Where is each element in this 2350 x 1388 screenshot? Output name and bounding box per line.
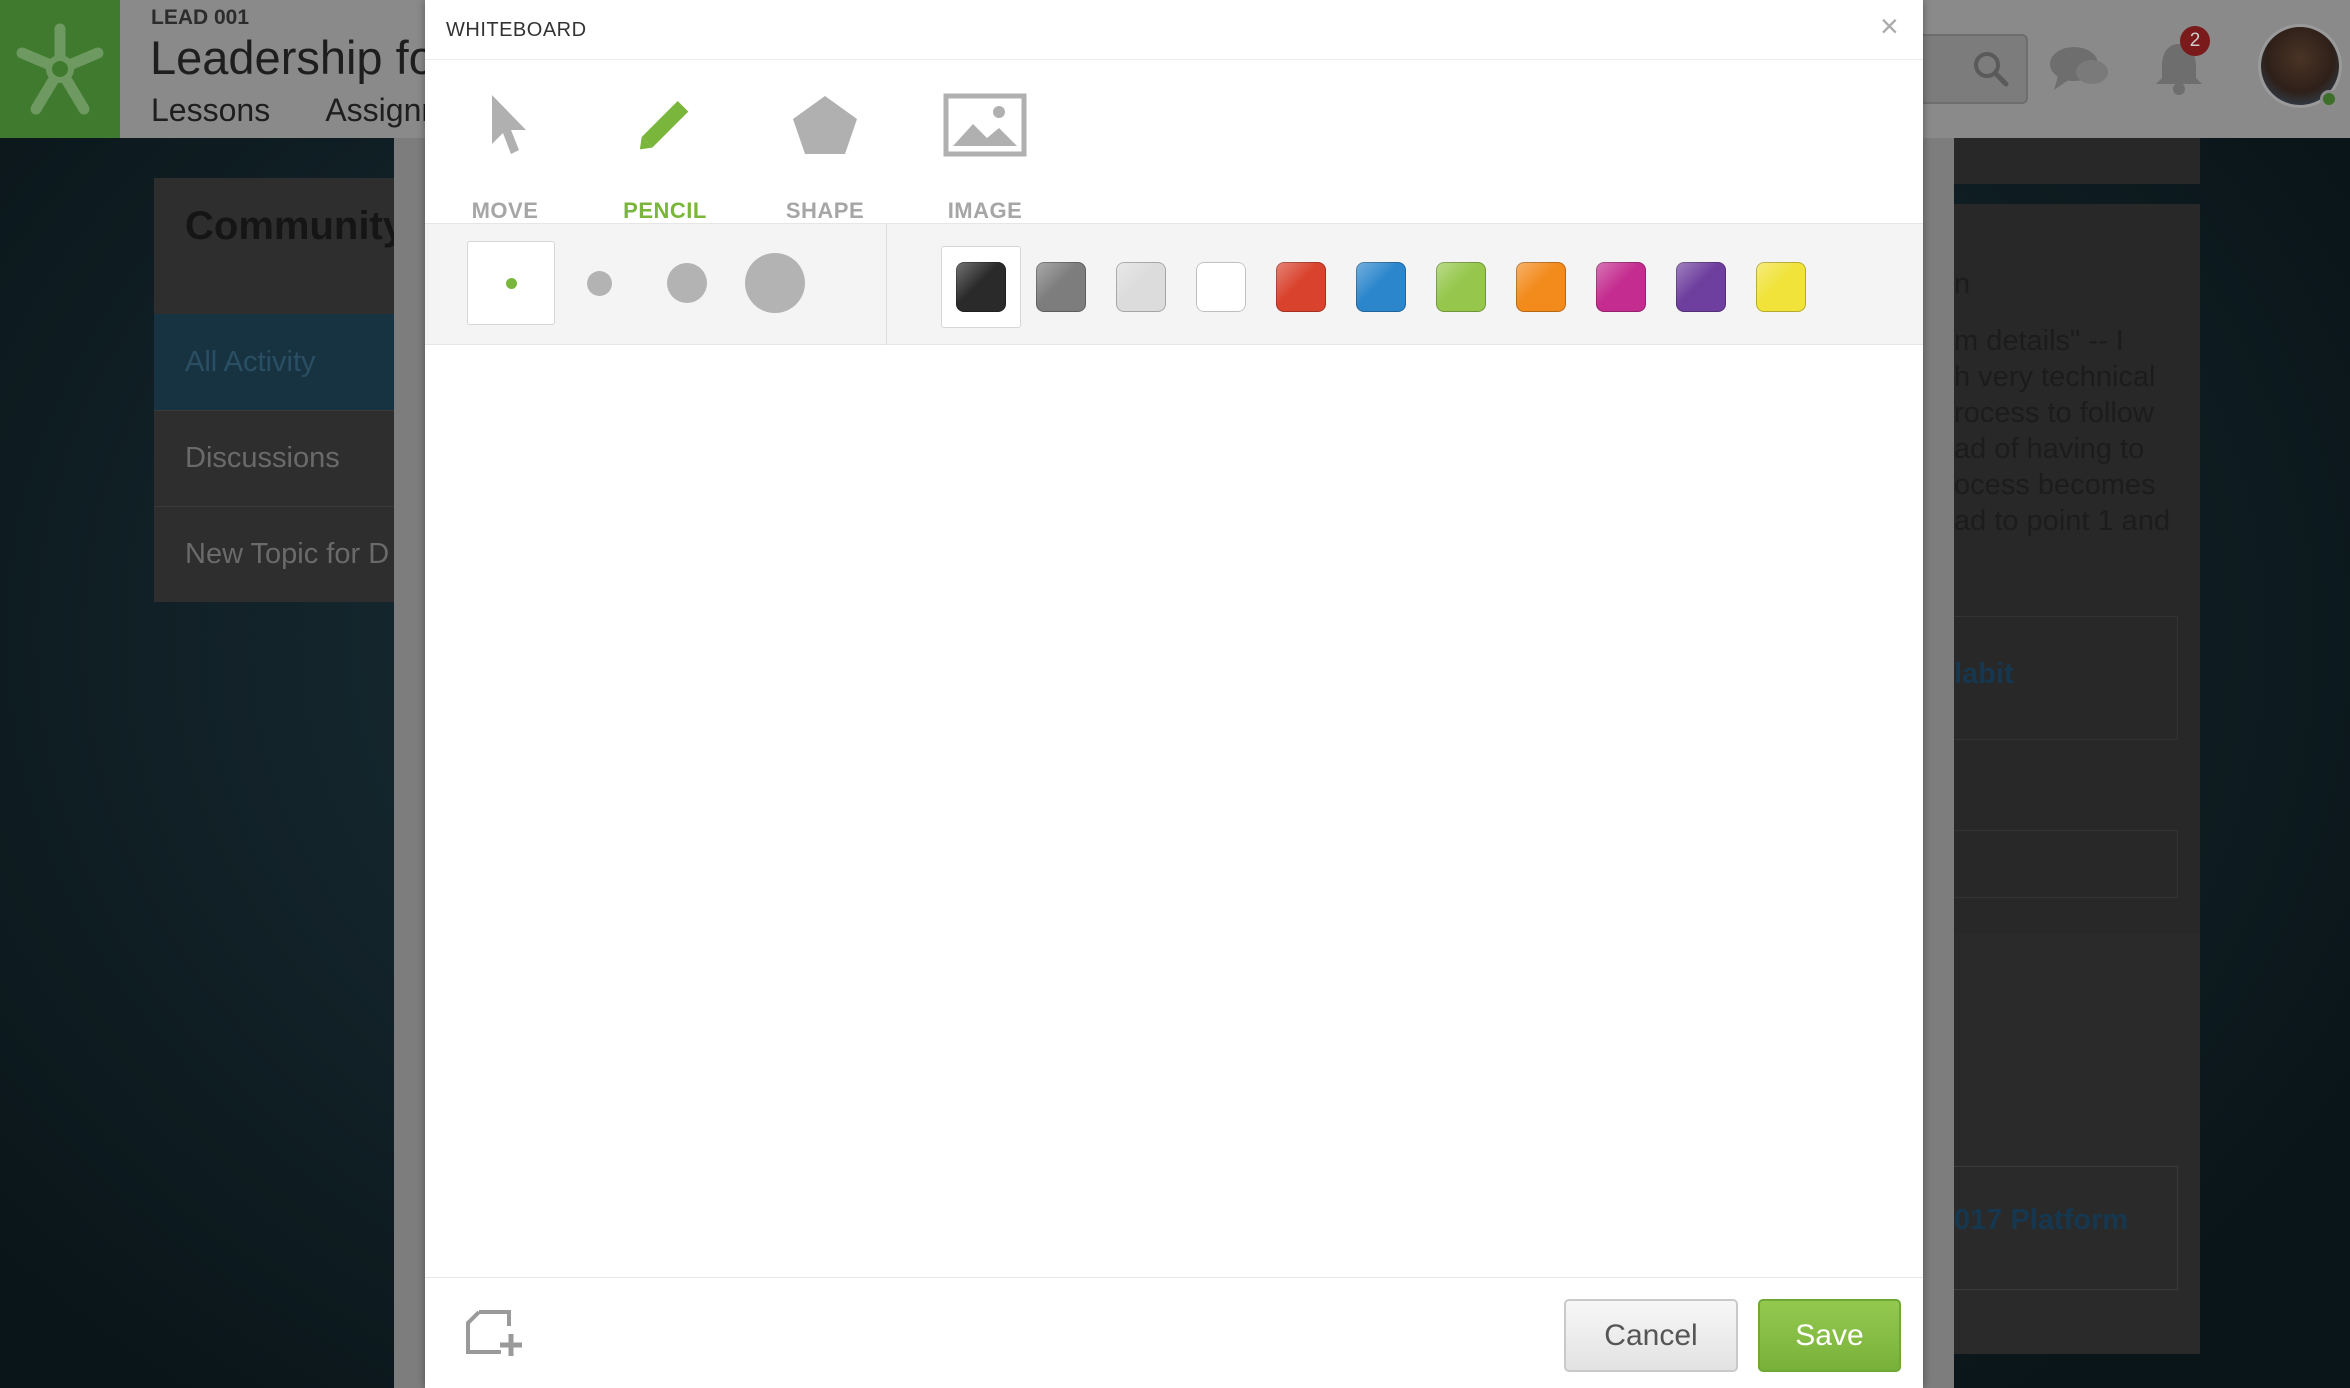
course-title: Leadership fo xyxy=(150,31,435,84)
activity-text-line: h very technical xyxy=(1954,361,2156,393)
brush-dot-icon xyxy=(745,253,805,313)
chat-bubbles-icon[interactable] xyxy=(2048,44,2110,96)
activity-text-line: ocess becomes xyxy=(1954,469,2156,501)
brush-dot-icon xyxy=(667,263,707,303)
app-logo[interactable] xyxy=(0,0,120,138)
community-item-all-activity[interactable]: All Activity xyxy=(154,314,394,410)
drawing-canvas[interactable] xyxy=(425,345,1923,1277)
tool-bar: MOVE PENCIL SHAPE IMAGE xyxy=(425,60,1923,223)
modal-title: WHITEBOARD xyxy=(446,19,587,41)
search-icon xyxy=(1974,52,2009,87)
color-chip xyxy=(1276,262,1326,312)
color-chip xyxy=(956,262,1006,312)
color-swatch-yellow[interactable] xyxy=(1741,246,1821,328)
pentagon-icon xyxy=(793,96,857,154)
community-title: Community xyxy=(185,204,394,248)
add-page-button[interactable] xyxy=(465,1306,525,1358)
color-chip xyxy=(1036,262,1086,312)
nav-lessons[interactable]: Lessons xyxy=(151,92,270,128)
brush-dot-icon xyxy=(586,270,612,296)
shape-tool-button[interactable]: SHAPE xyxy=(770,92,880,223)
whiteboard-modal: WHITEBOARD × MOVE PENCIL SHAPE IMAGE Can… xyxy=(425,0,1923,1388)
image-tool-button[interactable]: IMAGE xyxy=(930,92,1040,223)
activity-card xyxy=(1954,934,2200,1354)
image-tool-label: IMAGE xyxy=(947,198,1023,223)
pencil-icon xyxy=(639,100,689,150)
modal-footer: Cancel Save xyxy=(425,1277,1923,1388)
cursor-arrow-icon xyxy=(492,95,526,154)
add-page-icon xyxy=(466,1310,522,1356)
color-swatch-light-gray[interactable] xyxy=(1101,246,1181,328)
activity-text-line: ad of having to xyxy=(1954,433,2145,465)
modal-header: WHITEBOARD × xyxy=(425,0,1923,60)
color-chip xyxy=(1596,262,1646,312)
brush-size-medium[interactable] xyxy=(643,241,731,325)
shape-tool-label: SHAPE xyxy=(785,198,865,223)
color-swatch-dark-gray[interactable] xyxy=(1021,246,1101,328)
activity-text-line: ad to point 1 and xyxy=(1954,505,2171,537)
move-tool-button[interactable]: MOVE xyxy=(450,92,560,223)
brush-options-bar xyxy=(425,223,1923,346)
online-status-dot xyxy=(2320,90,2338,108)
color-chip xyxy=(1516,262,1566,312)
activity-text-line: n xyxy=(1954,268,1971,300)
color-swatch-red[interactable] xyxy=(1261,246,1341,328)
pencil-tool-label: PENCIL xyxy=(623,198,707,223)
nav-assignments[interactable]: Assignn xyxy=(325,92,439,128)
community-item-new-topic[interactable]: New Topic for D xyxy=(154,506,394,602)
asterisk-logo-icon xyxy=(16,23,104,115)
linked-item-box[interactable] xyxy=(1954,830,2178,898)
color-chip xyxy=(1676,262,1726,312)
right-activity-column: n m details" -- I h very technical roces… xyxy=(1954,138,2350,1388)
color-swatch-blue[interactable] xyxy=(1341,246,1421,328)
cancel-button[interactable]: Cancel xyxy=(1564,1299,1738,1372)
community-panel: Community All Activity Discussions New T… xyxy=(154,178,394,602)
color-chip xyxy=(1436,262,1486,312)
color-chip xyxy=(1756,262,1806,312)
image-icon xyxy=(943,93,1027,157)
color-swatch-orange[interactable] xyxy=(1501,246,1581,328)
brush-size-small[interactable] xyxy=(555,241,643,325)
color-swatch-magenta[interactable] xyxy=(1581,246,1661,328)
color-swatch-black[interactable] xyxy=(941,246,1021,328)
color-swatch-green[interactable] xyxy=(1421,246,1501,328)
color-chip xyxy=(1116,262,1166,312)
activity-text-line: rocess to follow xyxy=(1954,397,2154,429)
color-chip xyxy=(1356,262,1406,312)
brush-dot-icon xyxy=(505,277,517,289)
color-swatch-white[interactable] xyxy=(1181,246,1261,328)
brush-size-large[interactable] xyxy=(731,241,819,325)
save-button[interactable]: Save xyxy=(1758,1299,1901,1372)
color-swatch-purple[interactable] xyxy=(1661,246,1741,328)
activity-card xyxy=(1954,138,2200,184)
close-button[interactable]: × xyxy=(1880,8,1899,45)
linked-item-title[interactable]: 017 Platform xyxy=(1954,1204,2128,1237)
pencil-tool-button[interactable]: PENCIL xyxy=(610,92,720,223)
divider xyxy=(886,224,887,346)
brush-size-extra-small[interactable] xyxy=(467,241,555,325)
community-item-discussions[interactable]: Discussions xyxy=(154,410,394,506)
activity-text-line: m details" -- I xyxy=(1954,325,2124,357)
course-code: LEAD 001 xyxy=(151,6,250,29)
move-tool-label: MOVE xyxy=(471,198,539,223)
linked-item-title[interactable]: labit xyxy=(1954,658,2014,691)
notification-badge: 2 xyxy=(2180,26,2210,56)
color-chip xyxy=(1196,262,1246,312)
